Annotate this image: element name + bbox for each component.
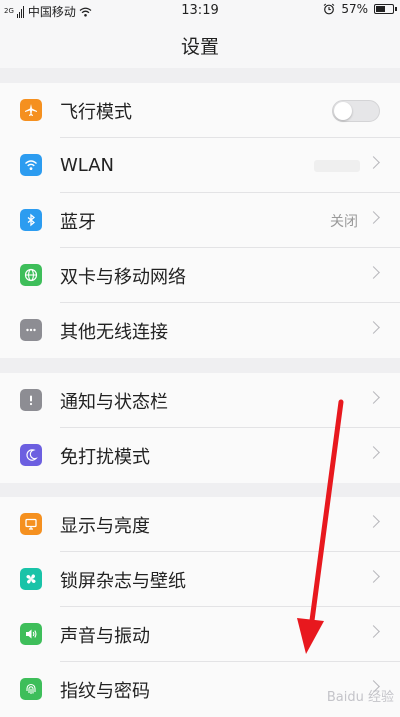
setting-label: 其他无线连接 — [60, 321, 168, 343]
status-right: 57% — [323, 2, 397, 16]
setting-label: 显示与亮度 — [60, 515, 150, 537]
chevron-right-icon — [367, 515, 380, 528]
chevron-right-icon — [367, 391, 380, 404]
bluetooth-status: 关闭 — [330, 213, 358, 230]
display-icon — [20, 513, 42, 535]
chevron-right-icon — [367, 446, 380, 459]
setting-display-brightness[interactable]: 显示与亮度 — [0, 497, 400, 552]
chevron-right-icon — [367, 211, 380, 224]
bluetooth-icon — [20, 209, 42, 231]
setting-label: 指纹与密码 — [60, 680, 150, 702]
setting-do-not-disturb[interactable]: 免打扰模式 — [0, 428, 400, 483]
fingerprint-icon — [20, 678, 42, 700]
setting-label: 双卡与移动网络 — [60, 266, 186, 288]
setting-label: 通知与状态栏 — [60, 391, 168, 413]
wifi-icon — [20, 154, 42, 176]
exclamation-icon — [20, 389, 42, 411]
title-bar: 设置 — [0, 22, 400, 68]
wlan-network-name — [314, 160, 360, 172]
setting-label: 免打扰模式 — [60, 446, 150, 468]
setting-label: 锁屏杂志与壁纸 — [60, 570, 186, 592]
chevron-right-icon — [367, 266, 380, 279]
battery-percent: 57% — [341, 2, 368, 16]
globe-icon — [20, 264, 42, 286]
pinwheel-icon — [20, 568, 42, 590]
settings-group-connectivity: 飞行模式 WLAN 蓝牙 关闭 双卡与移动网络 其他无线连接 — [0, 83, 400, 358]
setting-lockscreen-wallpaper[interactable]: 锁屏杂志与壁纸 — [0, 552, 400, 607]
setting-label: 飞行模式 — [60, 101, 132, 123]
battery-icon — [374, 4, 397, 14]
airplane-icon — [20, 99, 42, 121]
setting-sound-vibration[interactable]: 声音与振动 — [0, 607, 400, 662]
speaker-icon — [20, 623, 42, 645]
setting-bluetooth[interactable]: 蓝牙 关闭 — [0, 193, 400, 248]
setting-label: 声音与振动 — [60, 625, 150, 647]
page-title: 设置 — [180, 35, 219, 58]
setting-notifications-statusbar[interactable]: 通知与状态栏 — [0, 373, 400, 428]
airplane-mode-toggle[interactable] — [332, 100, 380, 122]
chevron-right-icon — [367, 321, 380, 334]
moon-icon — [20, 444, 42, 466]
setting-wlan[interactable]: WLAN — [0, 138, 400, 193]
setting-label: WLAN — [60, 155, 115, 176]
chevron-right-icon — [367, 570, 380, 583]
settings-group-display: 显示与亮度 锁屏杂志与壁纸 声音与振动 指纹与密码 — [0, 497, 400, 717]
settings-group-notifications: 通知与状态栏 免打扰模式 — [0, 373, 400, 483]
chevron-right-icon — [367, 156, 380, 169]
chevron-right-icon — [367, 625, 380, 638]
setting-other-wireless[interactable]: 其他无线连接 — [0, 303, 400, 358]
alarm-icon — [323, 3, 335, 15]
setting-label: 蓝牙 — [60, 211, 96, 233]
status-bar: 2G 中国移动 13:19 57% — [0, 0, 400, 22]
setting-airplane-mode[interactable]: 飞行模式 — [0, 83, 400, 138]
battery-level — [376, 6, 385, 12]
watermark: Baidu 经验 — [326, 690, 394, 705]
setting-dual-sim-network[interactable]: 双卡与移动网络 — [0, 248, 400, 303]
more-icon — [20, 319, 42, 341]
toggle-knob — [334, 102, 352, 120]
